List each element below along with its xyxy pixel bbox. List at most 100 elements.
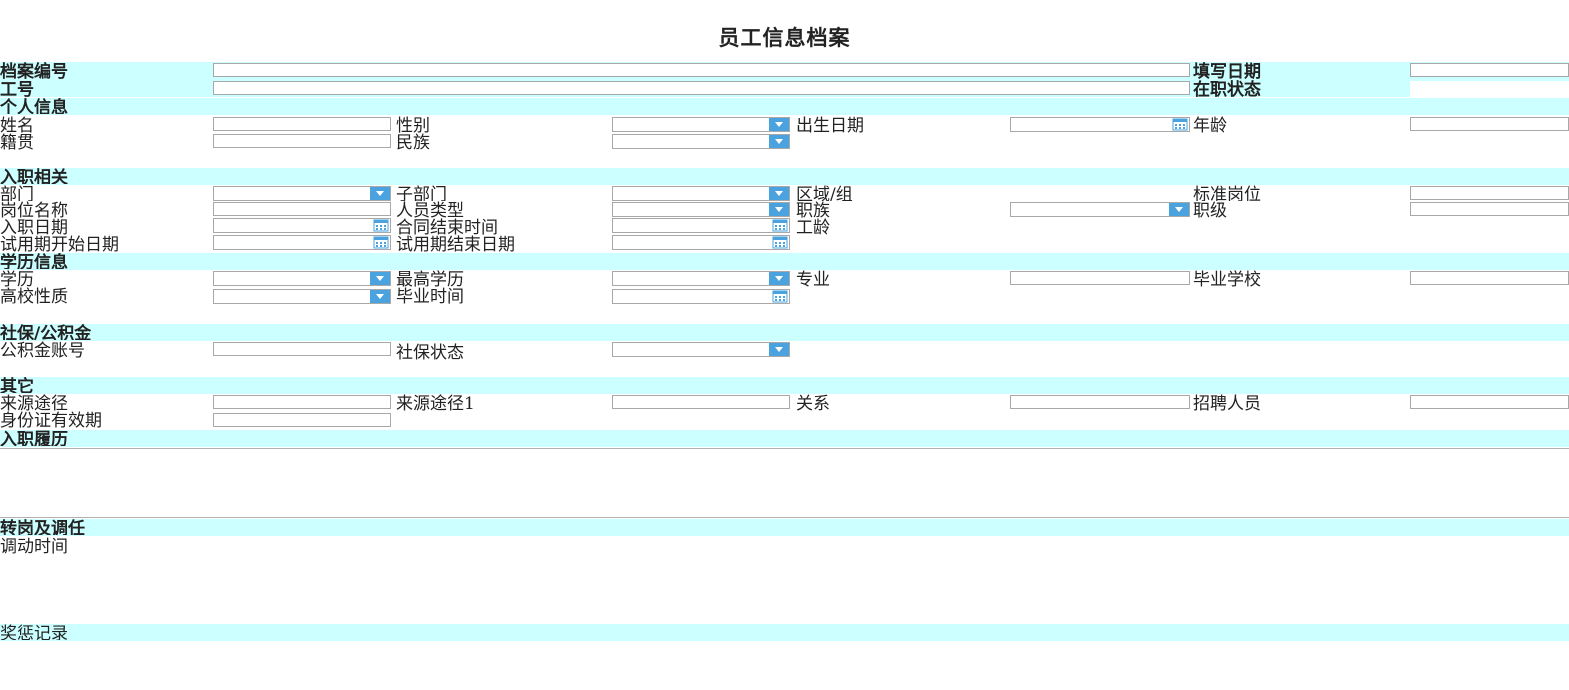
highest-degree-select[interactable]: [612, 271, 790, 286]
page-title: 员工信息档案: [718, 25, 851, 50]
calendar-icon[interactable]: [772, 290, 788, 303]
chevron-down-icon[interactable]: [769, 203, 789, 216]
school-label: 毕业学校: [1193, 270, 1261, 287]
gender-select[interactable]: [612, 117, 790, 132]
section-education-title: 学历信息: [0, 253, 68, 269]
sub-department-select[interactable]: [612, 186, 790, 201]
section-band-education: [0, 253, 1569, 270]
contract-end-picker[interactable]: [612, 218, 790, 233]
section-band-onboarding: [0, 168, 1569, 185]
source1-input[interactable]: [612, 395, 790, 409]
fill-date-input[interactable]: [1410, 63, 1569, 77]
sub-department-label: 子部门: [396, 185, 447, 201]
fund-account-input[interactable]: [213, 342, 391, 356]
insurance-status-select[interactable]: [612, 342, 790, 357]
recruiter-input[interactable]: [1410, 395, 1569, 409]
section-band-personal: [0, 98, 1569, 115]
department-label: 部门: [0, 185, 34, 201]
probation-start-label: 试用期开始日期: [0, 235, 119, 255]
staff-type-select[interactable]: [612, 202, 790, 217]
history-top-divider: [0, 448, 1569, 449]
recruiter-label: 招聘人员: [1193, 394, 1261, 411]
relation-label: 关系: [796, 394, 830, 411]
source1-label: 来源途径1: [396, 394, 475, 411]
department-select[interactable]: [213, 186, 391, 201]
section-band-transfer: [0, 519, 1569, 536]
ethnicity-label: 民族: [396, 133, 430, 150]
ethnicity-select[interactable]: [612, 134, 790, 149]
section-other-title: 其它: [0, 377, 34, 393]
calendar-icon[interactable]: [772, 219, 788, 232]
standard-post-input[interactable]: [1410, 186, 1569, 200]
section-personal-title: 个人信息: [0, 98, 68, 114]
job-level-label: 职级: [1193, 201, 1227, 218]
calendar-icon[interactable]: [373, 236, 389, 249]
birth-date-label: 出生日期: [796, 116, 864, 133]
standard-post-label: 标准岗位: [1193, 185, 1261, 201]
gender-label: 性别: [396, 116, 430, 133]
highest-degree-label: 最高学历: [396, 270, 464, 287]
section-band-history: [0, 430, 1569, 447]
chevron-down-icon[interactable]: [370, 272, 390, 285]
chevron-down-icon[interactable]: [769, 187, 789, 200]
age-label: 年龄: [1193, 116, 1227, 133]
graduation-time-picker[interactable]: [612, 289, 790, 304]
chevron-down-icon[interactable]: [769, 135, 789, 148]
school-type-select[interactable]: [213, 289, 391, 304]
history-bottom-divider: [0, 517, 1569, 518]
fill-date-label: 填写日期: [1193, 62, 1261, 82]
chevron-down-icon[interactable]: [370, 290, 390, 303]
graduation-time-label: 毕业时间: [396, 287, 464, 304]
staff-type-label: 人员类型: [396, 201, 464, 218]
calendar-icon[interactable]: [1172, 118, 1188, 131]
employee-no-input[interactable]: [213, 81, 1190, 95]
section-onboarding-title: 入职相关: [0, 168, 68, 184]
contract-end-label: 合同结束时间: [396, 218, 498, 235]
probation-start-picker[interactable]: [213, 235, 391, 250]
entry-date-picker[interactable]: [213, 218, 391, 233]
section-band-other: [0, 377, 1569, 394]
post-name-input[interactable]: [213, 202, 391, 216]
job-level-input[interactable]: [1410, 202, 1569, 216]
source-label: 来源途径: [0, 394, 68, 411]
section-history-title: 入职履历: [0, 430, 68, 446]
chevron-down-icon[interactable]: [769, 343, 789, 356]
region-group-label: 区域/组: [796, 185, 853, 201]
school-input[interactable]: [1410, 271, 1569, 285]
section-rewards-title: 奖惩记录: [0, 624, 68, 640]
degree-select[interactable]: [213, 271, 391, 286]
section-band-rewards: [0, 624, 1569, 641]
insurance-status-label: 社保状态: [396, 343, 464, 360]
relation-input[interactable]: [1010, 395, 1190, 409]
birth-date-picker[interactable]: [1010, 117, 1190, 132]
native-place-input[interactable]: [213, 134, 391, 148]
id-valid-input[interactable]: [213, 413, 391, 427]
fund-account-label: 公积金账号: [0, 341, 85, 358]
job-family-select[interactable]: [1010, 202, 1190, 217]
archive-no-input[interactable]: [213, 63, 1190, 77]
id-valid-label: 身份证有效期: [0, 411, 102, 430]
calendar-icon[interactable]: [772, 236, 788, 249]
section-social-title: 社保/公积金: [0, 324, 92, 340]
major-input[interactable]: [1010, 271, 1190, 285]
age-input[interactable]: [1410, 117, 1569, 131]
post-name-label: 岗位名称: [0, 201, 68, 218]
chevron-down-icon[interactable]: [769, 272, 789, 285]
employment-status-label: 在职状态: [1193, 80, 1261, 97]
native-place-label: 籍贯: [0, 133, 34, 150]
chevron-down-icon[interactable]: [1169, 203, 1189, 216]
chevron-down-icon[interactable]: [370, 187, 390, 200]
degree-label: 学历: [0, 270, 34, 287]
calendar-icon[interactable]: [373, 219, 389, 232]
job-family-label: 职族: [796, 201, 830, 218]
chevron-down-icon[interactable]: [769, 118, 789, 131]
probation-end-picker[interactable]: [612, 235, 790, 250]
seniority-label: 工龄: [796, 218, 830, 235]
section-transfer-title: 转岗及调任: [0, 519, 85, 535]
entry-date-label: 入职日期: [0, 218, 68, 235]
employee-no-label: 工号: [0, 80, 34, 97]
source-input[interactable]: [213, 395, 391, 409]
name-input[interactable]: [213, 117, 391, 131]
section-band-social: [0, 324, 1569, 341]
major-label: 专业: [796, 270, 830, 287]
